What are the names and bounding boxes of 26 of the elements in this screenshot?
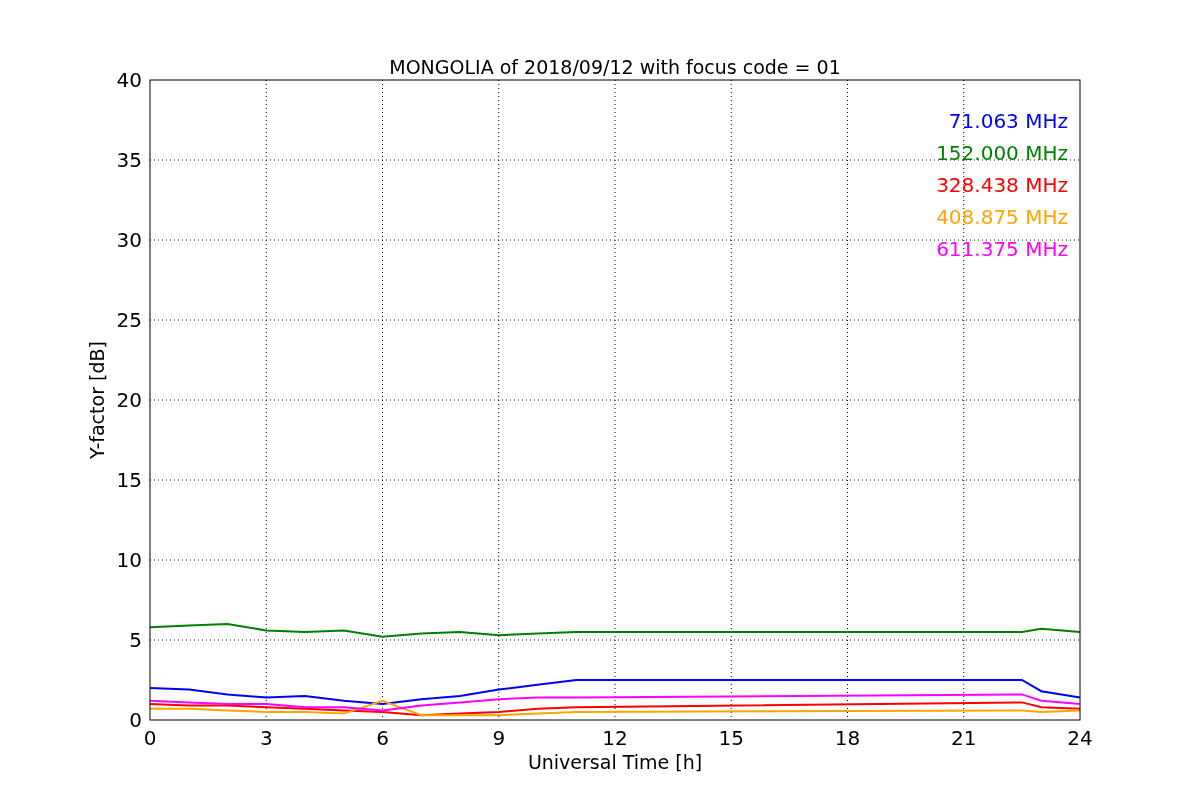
x-tick-label: 21: [951, 726, 977, 750]
legend-label: 328.438 MHz: [936, 173, 1068, 197]
y-tick-label: 5: [129, 628, 142, 652]
x-tick-label: 15: [718, 726, 744, 750]
x-axis-label: Universal Time [h]: [527, 751, 703, 773]
y-tick-label: 35: [116, 148, 142, 172]
x-tick-label: 3: [259, 726, 273, 750]
x-tick-label: 0: [143, 726, 157, 750]
y-tick-label: 15: [116, 468, 142, 492]
x-tick-label: 6: [376, 726, 389, 750]
x-tick-label: 24: [1067, 726, 1093, 750]
legend-label: 408.875 MHz: [936, 205, 1068, 229]
y-axis-label: Y-factor [dB]: [86, 341, 108, 459]
x-tick-label: 12: [602, 726, 628, 750]
legend-label: 152.000 MHz: [936, 141, 1068, 165]
y-tick-label: 40: [116, 68, 142, 92]
y-tick-label: 10: [116, 548, 142, 572]
chart-title: MONGOLIA of 2018/09/12 with focus code = 01: [389, 56, 841, 78]
y-tick-label: 0: [129, 708, 142, 732]
x-tick-label: 18: [834, 726, 861, 750]
y-tick-label: 30: [116, 228, 142, 252]
y-tick-label: 25: [116, 308, 142, 332]
x-tick-label: 9: [492, 726, 506, 750]
y-tick-label: 20: [116, 388, 142, 412]
legend-label: 71.063 MHz: [948, 109, 1068, 133]
legend-label: 611.375 MHz: [936, 237, 1068, 261]
